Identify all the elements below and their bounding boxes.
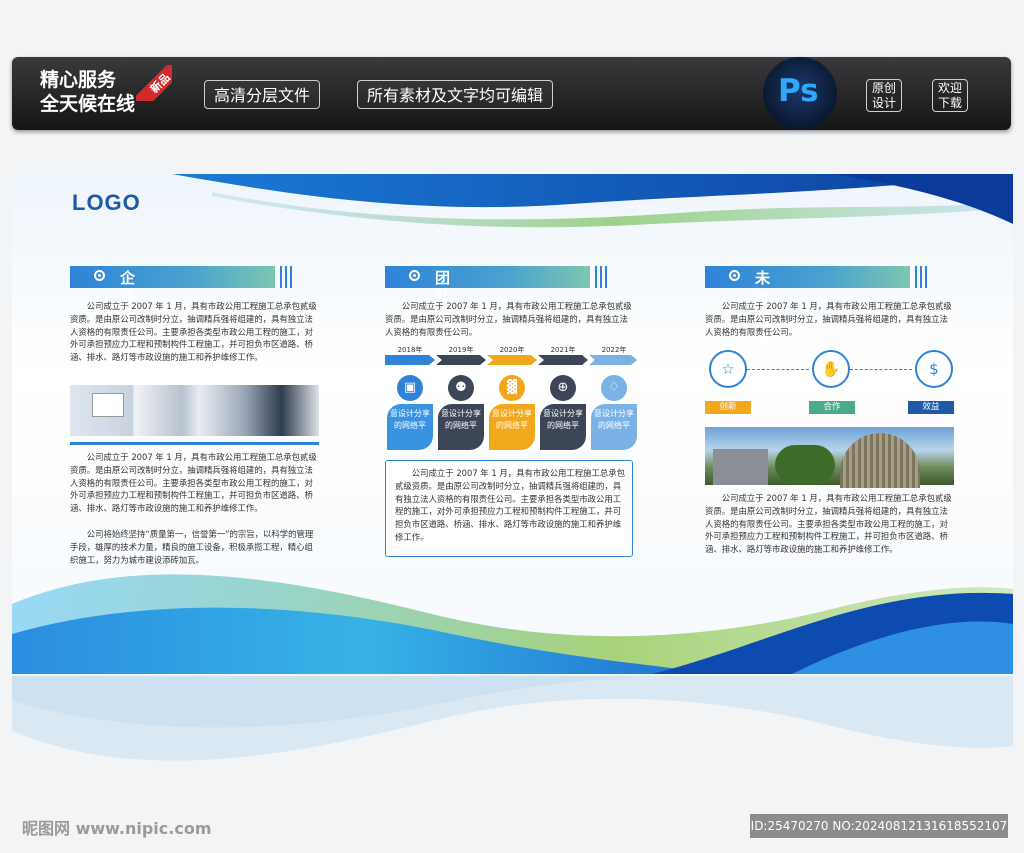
timeline-card: 意设计分享的网络平 — [489, 404, 535, 450]
stripe-decoration — [280, 266, 292, 288]
company-profile-text-1: 公司成立于 2007 年 1 月，具有市政公用工程施工总承包贰级资质。是由原公司… — [70, 301, 317, 363]
top-wave-decoration — [172, 174, 1013, 228]
download-line1: 欢迎 — [937, 81, 962, 95]
team-style-text: 公司成立于 2007 年 1 月，具有市政公用工程施工总承包贰级资质。是由原公司… — [385, 301, 632, 337]
stripe-decoration — [915, 266, 927, 288]
trophy-icon: ♢ — [601, 375, 627, 401]
photoshop-icon: Ps — [763, 57, 837, 130]
chart-paper-icon — [92, 393, 124, 417]
bottom-wave-decoration — [12, 574, 1013, 674]
team-info-text: 公司成立于 2007 年 1 月，具有市政公用工程施工总承包贰级资质。是由原公司… — [395, 468, 625, 542]
top-banner: 精心服务 全天候在线 新品 高清分层文件 所有素材及文字均可编辑 Ps 原创 设… — [12, 57, 1011, 130]
handshake-icon: ✋ — [812, 350, 850, 388]
original-line2: 设计 — [871, 96, 896, 110]
building-photo — [705, 427, 954, 488]
stripe-decoration — [595, 266, 607, 288]
site-watermark: 昵图网 www.nipic.com — [22, 819, 212, 838]
connector-line — [747, 369, 809, 370]
timeline-year: 2019年 — [448, 346, 474, 354]
globe-icon: ⊕ — [550, 375, 576, 401]
timeline-card: 意设计分享的网络平 — [540, 404, 586, 450]
timeline-year: 2020年 — [499, 346, 525, 354]
label-innovation: 创新 — [705, 401, 751, 414]
company-profile-text-2: 公司成立于 2007 年 1 月，具有市政公用工程施工总承包贰级资质。是由原公司… — [70, 452, 317, 514]
lightbulb-icon: ☆ — [709, 350, 747, 388]
new-badge-text: 新品 — [136, 65, 172, 101]
label-cooperation: 合作 — [809, 401, 855, 414]
new-badge: 新品 — [136, 65, 172, 101]
target-icon — [409, 270, 420, 281]
team-icon: ⚉ — [448, 375, 474, 401]
download-line2: 下载 — [937, 96, 962, 110]
slogan-line1: 精心服务 — [40, 69, 117, 91]
label-benefit: 效益 — [908, 401, 954, 414]
image-id-bar: ID:25470270 NO:20240812131618552107 — [750, 814, 1008, 838]
tree-shape — [775, 445, 835, 485]
target-icon — [729, 270, 740, 281]
stadium-shape — [840, 433, 920, 488]
slogan: 精心服务 全天候在线 — [40, 68, 135, 116]
timeline-year: 2021年 — [550, 346, 576, 354]
company-profile-text-3: 公司将始终坚持“质量第一，信誉第一”的宗旨，以科学的管理手段，雄厚的技术力量，精… — [70, 529, 314, 565]
display-board: LOGO 企业简介 公司成立于 2007 年 1 月，具有市政公用工程施工总承包… — [12, 174, 1013, 674]
original-design-badge: 原创 设计 — [866, 79, 902, 112]
target-icon — [94, 270, 105, 281]
future-outlook-text-2: 公司成立于 2007 年 1 月，具有市政公用工程施工总承包贰级资质。是由原公司… — [705, 493, 952, 555]
reflection-wave — [12, 676, 1013, 761]
timeline-card: 意设计分享的网络平 — [438, 404, 484, 450]
timeline-year: 2022年 — [601, 346, 627, 354]
editable-badge: 所有素材及文字均可编辑 — [357, 80, 554, 109]
slogan-line2: 全天候在线 — [40, 93, 136, 115]
board-reflection — [12, 676, 1013, 771]
original-line1: 原创 — [871, 81, 896, 95]
bar-chart-icon: ▓ — [499, 375, 525, 401]
monitor-icon: ▣ — [397, 375, 423, 401]
photoshop-label: Ps — [778, 73, 819, 109]
timeline-year: 2018年 — [397, 346, 423, 354]
future-outlook-text-1: 公司成立于 2007 年 1 月，具有市政公用工程施工总承包贰级资质。是由原公司… — [705, 301, 952, 337]
hd-layered-file-badge: 高清分层文件 — [204, 80, 321, 109]
team-info-box: 公司成立于 2007 年 1 月，具有市政公用工程施工总承包贰级资质。是由原公司… — [385, 460, 633, 557]
connector-line — [850, 369, 912, 370]
timeline-card: 意设计分享的网络平 — [387, 404, 433, 450]
timeline-card: 意设计分享的网络平 — [591, 404, 637, 450]
download-button[interactable]: 欢迎 下载 — [932, 79, 968, 112]
building-shape — [713, 449, 768, 485]
logo: LOGO — [72, 190, 141, 215]
money-hand-icon: $ — [915, 350, 953, 388]
business-meeting-photo — [70, 385, 319, 436]
timeline-arrows — [385, 355, 637, 365]
section-divider — [70, 442, 319, 445]
